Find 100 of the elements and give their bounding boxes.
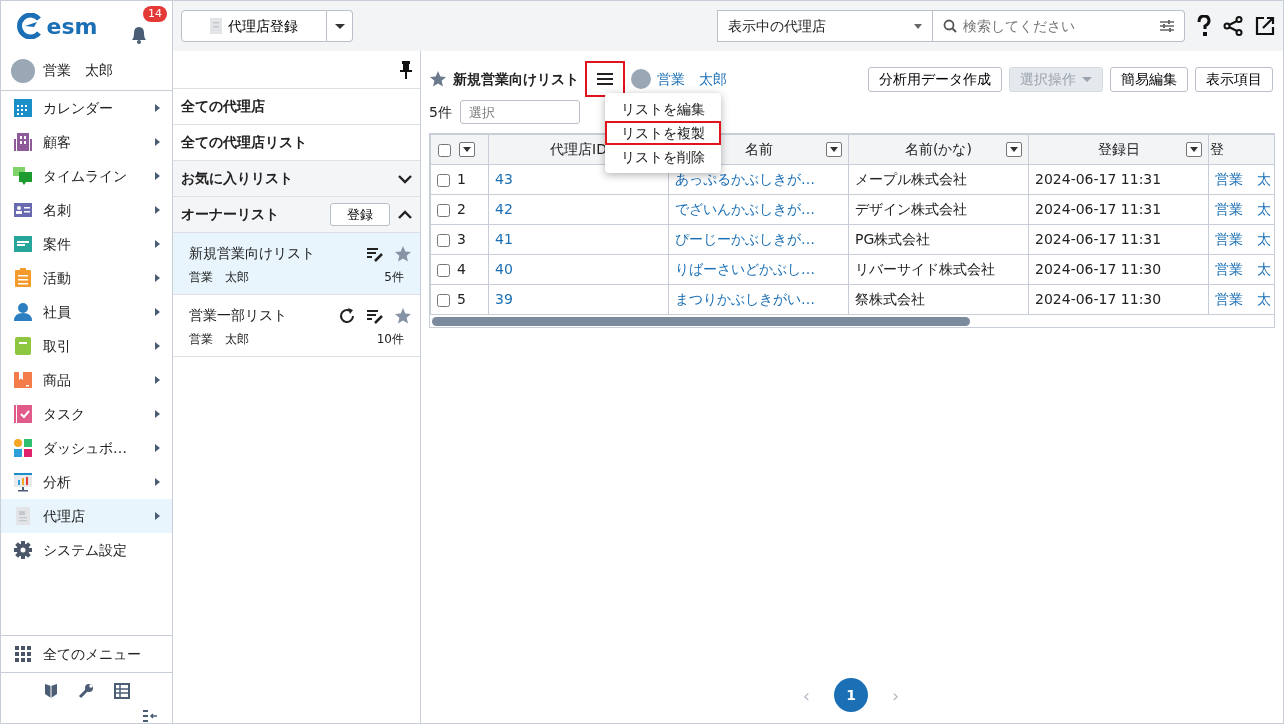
sidebar-item[interactable]: ダッシュボ… <box>1 431 172 465</box>
table-cell: デザイン株式会社 <box>855 201 967 217</box>
scope-select[interactable]: 表示中の代理店 <box>717 10 933 42</box>
chevron-up-icon[interactable] <box>398 209 412 220</box>
table-icon[interactable] <box>113 683 130 699</box>
row-number: 5 <box>457 291 466 307</box>
table-link[interactable]: 40 <box>495 261 513 277</box>
star-icon[interactable] <box>394 244 412 263</box>
table-cell: PG株式会社 <box>855 231 931 247</box>
refresh-icon[interactable] <box>338 306 356 325</box>
row-number: 2 <box>457 201 466 217</box>
list-title: 新規営業向けリスト <box>453 69 579 89</box>
sidebar-item[interactable]: 活動 <box>1 261 172 295</box>
sidebar-item[interactable]: タイムライン <box>1 159 172 193</box>
list-item[interactable]: 営業一部リスト 営業 太郎 10件 <box>173 295 420 357</box>
sidebar-item[interactable]: 商品 <box>1 363 172 397</box>
table-cell: リバーサイド株式会社 <box>855 261 995 277</box>
table-cell: 2024-06-17 11:30 <box>1035 291 1162 307</box>
menu-button[interactable] <box>585 61 625 97</box>
record-count: 5件 <box>429 102 452 122</box>
scrollbar-thumb[interactable] <box>432 317 970 326</box>
document-icon <box>210 18 222 34</box>
list-group-header[interactable]: お気に入りリスト <box>173 161 420 197</box>
filter-field[interactable]: 選択 <box>459 100 580 124</box>
gear-icon <box>13 540 33 560</box>
filter-button[interactable] <box>826 142 842 157</box>
dropdown-button[interactable] <box>327 10 353 42</box>
menu-item[interactable]: リストを複製 <box>605 121 721 145</box>
search-field[interactable]: 検索してください <box>933 10 1185 42</box>
menu-item[interactable]: リストを編集 <box>605 97 721 121</box>
sidebar-item[interactable]: 分析 <box>1 465 172 499</box>
sliders-icon[interactable] <box>1159 19 1175 33</box>
table-cell: 2024-06-17 11:31 <box>1035 201 1162 217</box>
register-button[interactable]: 登録 <box>330 202 390 227</box>
sidebar-item[interactable]: 案件 <box>1 227 172 261</box>
list-group-header[interactable]: オーナーリスト 登録 <box>173 197 420 233</box>
share-icon[interactable] <box>1223 16 1243 36</box>
help-icon[interactable] <box>1197 15 1211 37</box>
list-panel-item[interactable]: 全ての代理店 <box>173 89 420 125</box>
action-button[interactable]: 表示項目 <box>1195 66 1273 92</box>
list-owner: 営業 太郎 <box>189 269 249 286</box>
checkbox[interactable] <box>437 203 450 217</box>
checkbox[interactable] <box>437 293 450 307</box>
row-number: 4 <box>457 261 466 277</box>
table-link[interactable]: 41 <box>495 231 513 247</box>
checkbox[interactable] <box>437 263 450 277</box>
table-cell: メープル株式会社 <box>855 171 967 187</box>
filter-button[interactable] <box>459 142 475 157</box>
action-button[interactable]: 分析用データ作成 <box>868 66 1002 92</box>
chart-board-icon <box>13 472 33 492</box>
table-link[interactable]: 43 <box>495 171 513 187</box>
notebook-icon <box>13 336 33 356</box>
box-icon <box>13 370 33 390</box>
sidebar-item[interactable]: 名刺 <box>1 193 172 227</box>
table-cell: 2024-06-17 11:31 <box>1035 171 1162 187</box>
person-icon <box>13 302 33 322</box>
table-link[interactable]: 39 <box>495 291 513 307</box>
grid-icon <box>15 646 31 662</box>
chevron-down-icon[interactable] <box>398 173 412 184</box>
sidebar-item[interactable]: 社員 <box>1 295 172 329</box>
column-header[interactable]: 登 <box>1210 141 1224 157</box>
owner-link[interactable]: 営業 太郎 <box>657 68 727 90</box>
checkbox[interactable] <box>437 233 450 247</box>
wrench-icon[interactable] <box>77 683 94 699</box>
user-name[interactable]: 営業 太郎 <box>43 60 113 81</box>
sidebar-item[interactable]: 取引 <box>1 329 172 363</box>
sidebar-item[interactable]: タスク <box>1 397 172 431</box>
filter-button[interactable] <box>1186 142 1202 157</box>
id-card-icon <box>13 200 33 220</box>
star-icon[interactable] <box>429 70 447 88</box>
row-number: 1 <box>457 171 466 187</box>
checkbox[interactable] <box>437 173 450 187</box>
column-header[interactable]: 名前 <box>744 141 773 157</box>
chat-bubbles-icon <box>13 166 33 186</box>
external-link-icon[interactable] <box>1255 16 1275 36</box>
table-link[interactable]: 42 <box>495 201 513 217</box>
column-header[interactable]: 登録日 <box>1097 141 1140 157</box>
edit-list-icon[interactable] <box>366 245 384 262</box>
pin-icon[interactable] <box>400 60 412 79</box>
avatar <box>11 58 35 83</box>
sidebar-item[interactable]: システム設定 <box>1 533 172 567</box>
sidebar-item[interactable]: 代理店 <box>1 499 172 533</box>
list-item[interactable]: 新規営業向けリスト 営業 太郎 5件 <box>173 233 420 295</box>
action-button[interactable]: 簡易編集 <box>1110 66 1188 92</box>
sidebar-item[interactable]: カレンダー <box>1 91 172 125</box>
filter-button[interactable] <box>1006 142 1022 157</box>
avatar <box>631 69 651 89</box>
search-icon <box>943 19 957 33</box>
menu-item[interactable]: リストを削除 <box>605 145 721 169</box>
collapse-icon[interactable] <box>142 709 158 723</box>
page-button[interactable]: 1 <box>834 678 868 712</box>
column-header[interactable]: 名前(かな) <box>905 141 972 157</box>
sidebar-item[interactable]: 顧客 <box>1 125 172 159</box>
calendar-icon <box>13 98 33 118</box>
checkbox[interactable] <box>438 143 451 157</box>
all-menu-item[interactable]: 全てのメニュー <box>1 635 172 673</box>
star-icon[interactable] <box>394 306 412 325</box>
logo[interactable]: esm <box>17 9 98 43</box>
register-button[interactable]: 代理店登録 <box>181 10 327 42</box>
edit-list-icon[interactable] <box>366 307 384 324</box>
